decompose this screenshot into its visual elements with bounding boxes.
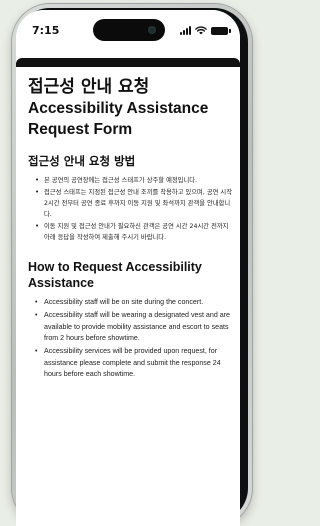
page-top-bar	[16, 58, 240, 67]
signal-icon	[180, 26, 191, 35]
camera-icon	[148, 26, 156, 34]
list-item: 이동 지원 및 접근성 안내가 필요하신 관객은 공연 시간 24시간 전까지 …	[35, 221, 234, 243]
dynamic-island	[93, 19, 165, 41]
section-heading-ko: 접근성 안내 요청 방법	[28, 154, 136, 168]
page-title-ko: 접근성 안내 요청	[28, 77, 150, 97]
list-item: 본 공연의 공연장에는 접근성 스태프가 상주할 예정입니다.	[35, 175, 234, 186]
wifi-icon	[195, 26, 207, 35]
status-time: 7:15	[32, 24, 60, 37]
page-title: 접근성 안내 요청 Accessibility Assistance Reque…	[28, 76, 234, 140]
list-item: Accessibility staff will be wearing a de…	[35, 310, 234, 345]
list-item: 접근성 스태프는 지정된 접근성 안내 조끼를 착용하고 있으며, 공연 시작 …	[35, 187, 234, 220]
page-content: 접근성 안내 요청 Accessibility Assistance Reque…	[28, 76, 234, 382]
info-list-en: Accessibility staff will be on site duri…	[28, 297, 234, 381]
list-item: Accessibility staff will be on site duri…	[35, 297, 234, 309]
battery-icon	[211, 27, 231, 35]
status-icons	[180, 25, 231, 35]
status-bar: 7:15	[16, 10, 240, 56]
page-title-en: Accessibility Assistance Request Form	[28, 100, 209, 138]
section-heading-en: How to Request Accessibility Assistance	[28, 260, 202, 290]
list-item: Accessibility services will be provided …	[35, 346, 234, 381]
phone-screen: 7:15 접근성 안내 요청 Accessibility Assistance …	[16, 10, 240, 526]
info-list-ko: 본 공연의 공연장에는 접근성 스태프가 상주할 예정입니다. 접근성 스태프는…	[28, 175, 234, 243]
